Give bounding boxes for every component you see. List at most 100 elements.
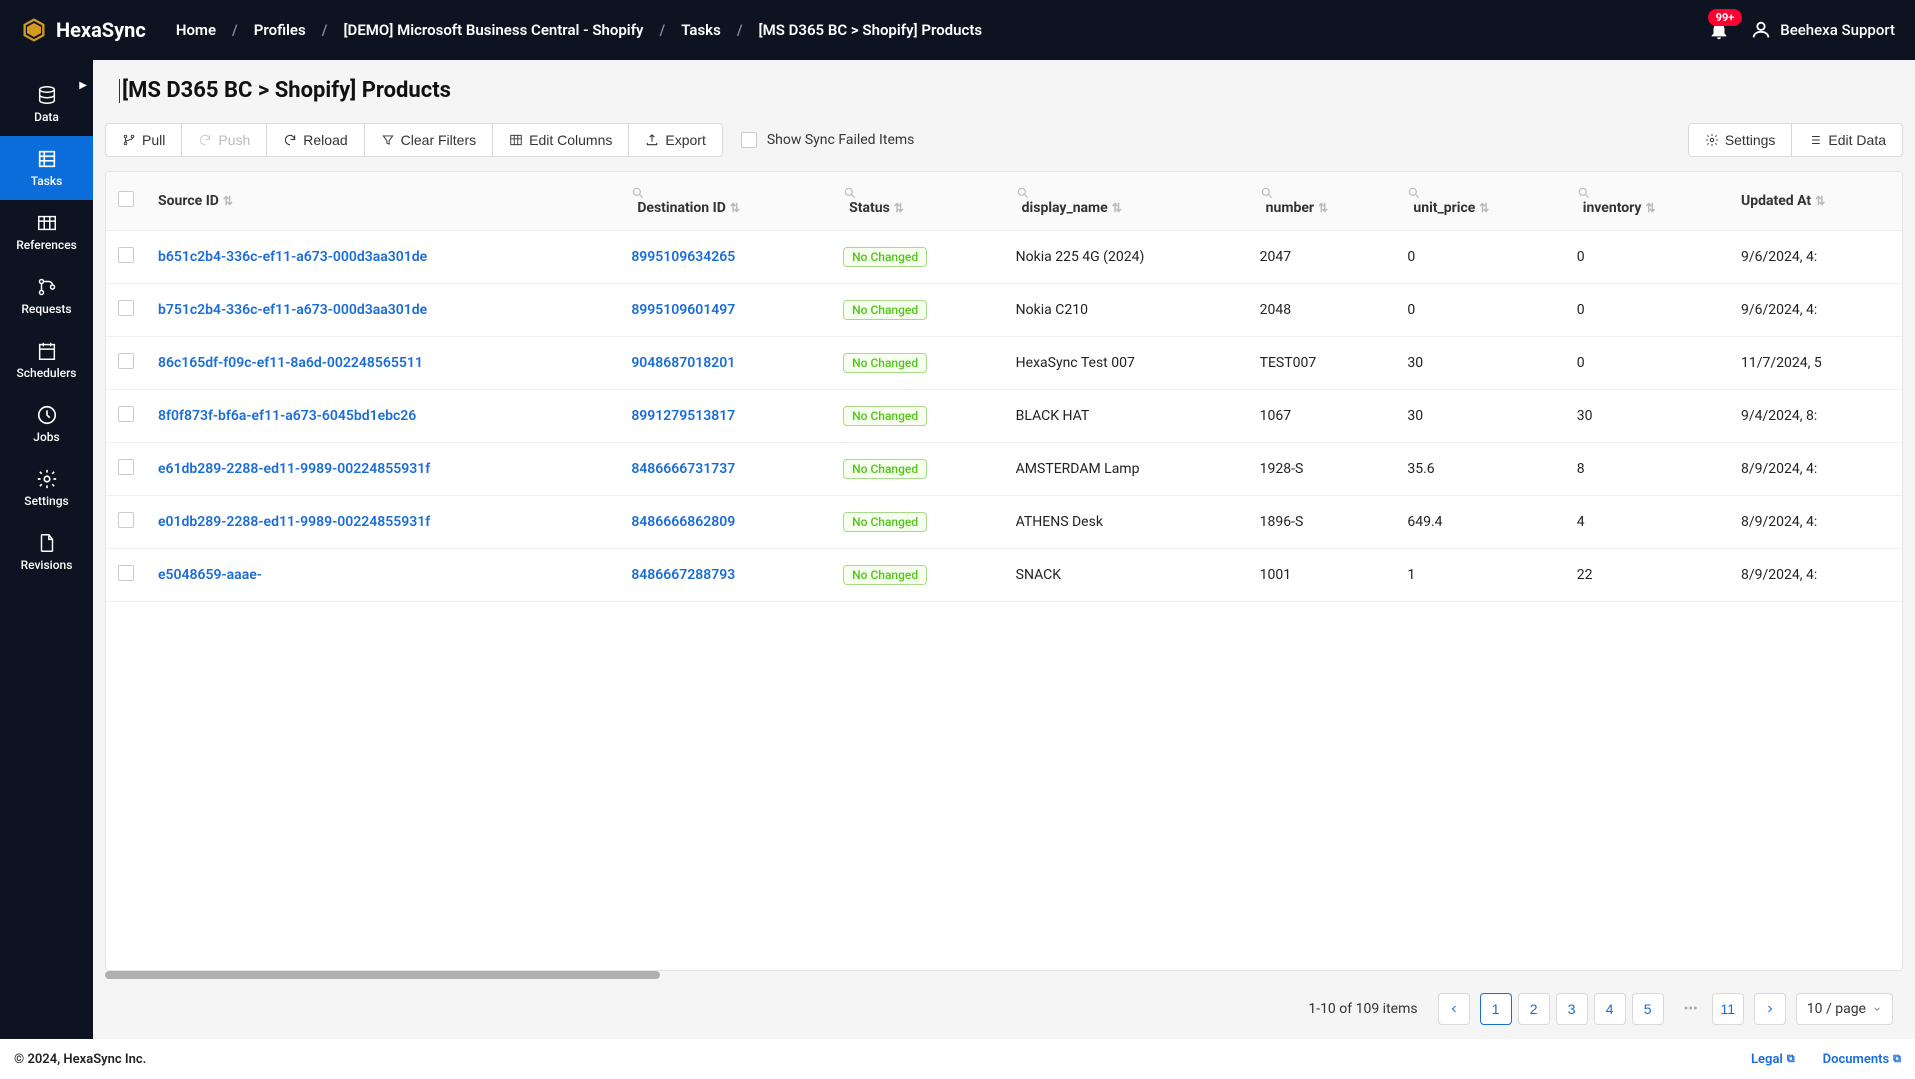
- row-checkbox[interactable]: [118, 300, 134, 316]
- export-button[interactable]: Export: [629, 124, 721, 156]
- breadcrumb-separator: /: [232, 21, 238, 39]
- destination-id-link[interactable]: 8486667288793: [631, 567, 735, 583]
- edit-data-button[interactable]: Edit Data: [1792, 124, 1902, 156]
- inventory-cell: 4: [1565, 496, 1729, 549]
- destination-id-link[interactable]: 8486666862809: [631, 514, 735, 530]
- sidebar-item-revisions[interactable]: Revisions: [0, 520, 93, 584]
- destination-id-link[interactable]: 8995109601497: [631, 302, 735, 318]
- source-id-link[interactable]: 86c165df-f09c-ef11-8a6d-002248565511: [158, 355, 423, 371]
- settings-button[interactable]: Settings: [1689, 124, 1793, 156]
- search-icon[interactable]: [843, 186, 992, 200]
- row-checkbox[interactable]: [118, 406, 134, 422]
- sort-icon[interactable]: ⇅: [223, 194, 233, 208]
- table-row[interactable]: 8f0f873f-bf6a-ef11-a673-6045bd1ebc26 8991…: [106, 390, 1902, 443]
- updated-at-cell: 9/6/2024, 4:: [1729, 231, 1902, 284]
- user-menu[interactable]: Beehexa Support: [1750, 19, 1895, 41]
- sort-icon[interactable]: ⇅: [1318, 201, 1328, 215]
- column-header[interactable]: unit_price⇅: [1395, 172, 1564, 231]
- column-header[interactable]: display_name⇅: [1004, 172, 1248, 231]
- sidebar-item-settings[interactable]: Settings: [0, 456, 93, 520]
- page-number-button[interactable]: 1: [1480, 993, 1512, 1025]
- source-id-link[interactable]: e5048659-aaae-: [158, 567, 262, 583]
- push-button[interactable]: Push: [182, 124, 267, 156]
- sort-icon[interactable]: ⇅: [894, 201, 904, 215]
- search-icon[interactable]: [1016, 186, 1236, 200]
- table-row[interactable]: b651c2b4-336c-ef11-a673-000d3aa301de 8995…: [106, 231, 1902, 284]
- source-id-link[interactable]: 8f0f873f-bf6a-ef11-a673-6045bd1ebc26: [158, 408, 416, 424]
- source-id-link[interactable]: b651c2b4-336c-ef11-a673-000d3aa301de: [158, 249, 427, 265]
- search-icon[interactable]: [631, 186, 819, 200]
- brand-logo[interactable]: HexaSync: [20, 16, 146, 44]
- reload-button[interactable]: Reload: [267, 124, 364, 156]
- notification-badge: 99+: [1708, 9, 1743, 26]
- row-checkbox[interactable]: [118, 512, 134, 528]
- legal-link[interactable]: Legal⧉: [1751, 1052, 1795, 1067]
- column-header[interactable]: Updated At⇅: [1729, 172, 1902, 231]
- status-badge: No Changed: [843, 300, 927, 320]
- column-header[interactable]: number⇅: [1248, 172, 1396, 231]
- edit-columns-button[interactable]: Edit Columns: [493, 124, 629, 156]
- sidebar-item-requests[interactable]: Requests: [0, 264, 93, 328]
- source-id-link[interactable]: b751c2b4-336c-ef11-a673-000d3aa301de: [158, 302, 427, 318]
- destination-id-link[interactable]: 8991279513817: [631, 408, 735, 424]
- sidebar-item-tasks[interactable]: Tasks: [0, 136, 93, 200]
- table-row[interactable]: e61db289-2288-ed11-9989-00224855931f 8486…: [106, 443, 1902, 496]
- horizontal-scrollbar[interactable]: [105, 971, 660, 979]
- column-header[interactable]: Status⇅: [831, 172, 1004, 231]
- number-cell: 1001: [1248, 549, 1396, 602]
- unit-price-cell: 0: [1395, 231, 1564, 284]
- source-id-link[interactable]: e61db289-2288-ed11-9989-00224855931f: [158, 461, 430, 477]
- table-row[interactable]: b751c2b4-336c-ef11-a673-000d3aa301de 8995…: [106, 284, 1902, 337]
- prev-page-button[interactable]: [1438, 993, 1470, 1025]
- page-number-button[interactable]: 2: [1518, 993, 1550, 1025]
- page-number-button[interactable]: 5: [1632, 993, 1664, 1025]
- sort-icon[interactable]: ⇅: [730, 201, 740, 215]
- search-icon[interactable]: [1577, 186, 1717, 200]
- next-page-button[interactable]: [1754, 993, 1786, 1025]
- sidebar-item-schedulers[interactable]: Schedulers: [0, 328, 93, 392]
- show-sync-failed-toggle[interactable]: Show Sync Failed Items: [741, 132, 915, 148]
- sort-icon[interactable]: ⇅: [1112, 201, 1122, 215]
- notifications-button[interactable]: 99+: [1708, 19, 1730, 41]
- select-all-checkbox[interactable]: [118, 191, 134, 207]
- row-checkbox[interactable]: [118, 565, 134, 581]
- page-size-select[interactable]: 10 / page: [1796, 993, 1893, 1025]
- breadcrumb-item[interactable]: [MS D365 BC > Shopify] Products: [759, 21, 983, 39]
- pagination: 1-10 of 109 items 12345 ••• 11 10 / page: [93, 979, 1915, 1039]
- table-row[interactable]: e5048659-aaae-8486667288793No ChangedSNA…: [106, 549, 1902, 602]
- page-number-button[interactable]: 3: [1556, 993, 1588, 1025]
- column-header[interactable]: Source ID⇅: [146, 172, 619, 231]
- row-checkbox[interactable]: [118, 459, 134, 475]
- row-checkbox[interactable]: [118, 353, 134, 369]
- destination-id-link[interactable]: 8486666731737: [631, 461, 735, 477]
- table-row[interactable]: 86c165df-f09c-ef11-8a6d-002248565511 9048…: [106, 337, 1902, 390]
- clear-filters-button[interactable]: Clear Filters: [365, 124, 493, 156]
- search-icon[interactable]: [1260, 186, 1384, 200]
- column-header[interactable]: Destination ID⇅: [619, 172, 831, 231]
- sort-icon[interactable]: ⇅: [1815, 194, 1825, 208]
- sidebar-item-data[interactable]: Data▶: [0, 72, 93, 136]
- destination-id-link[interactable]: 9048687018201: [631, 355, 735, 371]
- source-id-link[interactable]: e01db289-2288-ed11-9989-00224855931f: [158, 514, 430, 530]
- chevron-left-icon: [1448, 1003, 1460, 1015]
- status-badge: No Changed: [843, 406, 927, 426]
- table-row[interactable]: e01db289-2288-ed11-9989-00224855931f 8486…: [106, 496, 1902, 549]
- breadcrumb-item[interactable]: Profiles: [254, 21, 306, 39]
- page-number-button[interactable]: 4: [1594, 993, 1626, 1025]
- sidebar-item-references[interactable]: References: [0, 200, 93, 264]
- breadcrumb-item[interactable]: Tasks: [681, 21, 721, 39]
- destination-id-link[interactable]: 8995109634265: [631, 249, 735, 265]
- breadcrumb-item[interactable]: Home: [176, 21, 216, 39]
- references-icon: [36, 212, 58, 234]
- sidebar-item-jobs[interactable]: Jobs: [0, 392, 93, 456]
- column-header[interactable]: inventory⇅: [1565, 172, 1729, 231]
- search-icon[interactable]: [1407, 186, 1552, 200]
- last-page-button[interactable]: 11: [1712, 993, 1744, 1025]
- sort-icon[interactable]: ⇅: [1479, 201, 1489, 215]
- breadcrumb-item[interactable]: [DEMO] Microsoft Business Central - Shop…: [343, 21, 643, 39]
- data-table[interactable]: Source ID⇅Destination ID⇅Status⇅display_…: [105, 171, 1903, 971]
- row-checkbox[interactable]: [118, 247, 134, 263]
- sort-icon[interactable]: ⇅: [1645, 201, 1655, 215]
- documents-link[interactable]: Documents⧉: [1823, 1052, 1901, 1067]
- pull-button[interactable]: Pull: [106, 124, 182, 156]
